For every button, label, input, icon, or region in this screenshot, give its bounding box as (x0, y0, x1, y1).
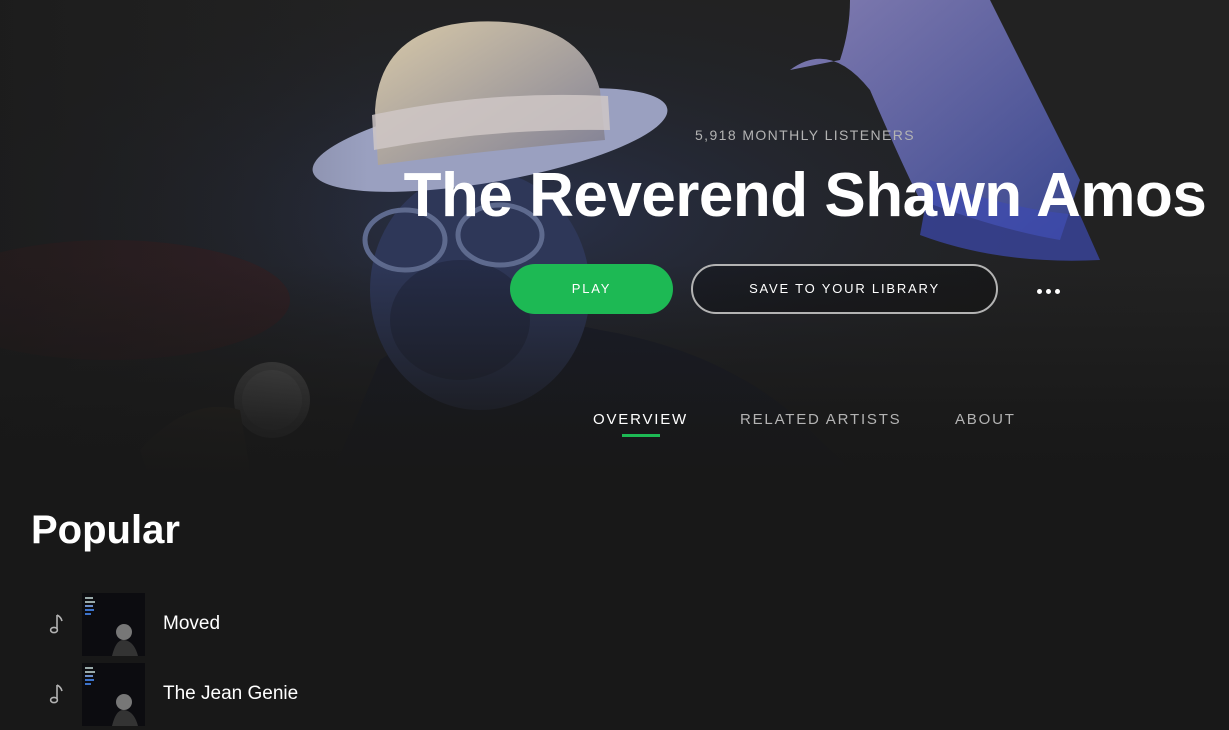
track-title: The Jean Genie (163, 683, 299, 704)
more-options-button[interactable] (1028, 279, 1068, 303)
ellipsis-icon-dot (1045, 288, 1051, 294)
play-button[interactable]: PLAY (510, 264, 673, 314)
artist-header: 5,918 MONTHLY LISTENERS The Reverend Sha… (0, 0, 1229, 480)
album-cover (82, 663, 145, 726)
artist-name: The Reverend Shawn Amos (403, 161, 1207, 230)
album-cover-art (82, 593, 145, 656)
track-row[interactable]: Moved (0, 593, 700, 657)
artist-tabs: OVERVIEW RELATED ARTISTS ABOUT (0, 408, 1229, 448)
ellipsis-icon (1036, 288, 1042, 294)
tab-overview[interactable]: OVERVIEW (593, 408, 688, 432)
album-cover-art (82, 663, 145, 726)
monthly-listeners: 5,918 MONTHLY LISTENERS (695, 127, 915, 143)
artist-page: 5,918 MONTHLY LISTENERS The Reverend Sha… (0, 0, 1229, 730)
music-note-icon (49, 684, 63, 704)
ellipsis-icon-dot (1054, 288, 1060, 294)
track-title: Moved (163, 613, 221, 634)
track-row[interactable]: The Jean Genie (0, 663, 700, 727)
popular-section-title: Popular (31, 508, 180, 552)
music-note-icon (49, 614, 63, 634)
tab-related-artists[interactable]: RELATED ARTISTS (740, 408, 901, 432)
save-to-library-button[interactable]: SAVE TO YOUR LIBRARY (691, 264, 998, 314)
album-cover (82, 593, 145, 656)
active-tab-indicator (622, 434, 660, 437)
tab-about[interactable]: ABOUT (955, 408, 1016, 432)
